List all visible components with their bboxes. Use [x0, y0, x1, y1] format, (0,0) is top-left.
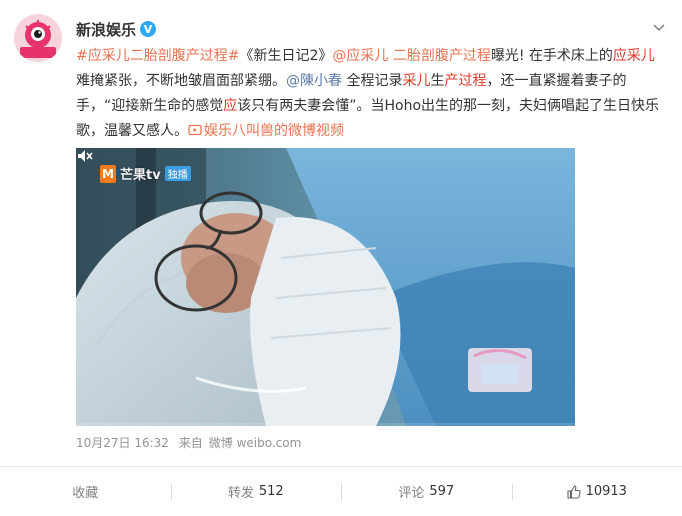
mention-continuation[interactable]: 二胎剖腹产过程	[388, 48, 491, 64]
post-text-segment: 该只有两夫妻会懂”。当Hoho出生的那一刻，夫妇俩唱起了生日快乐	[237, 98, 660, 114]
like-count: 10913	[585, 484, 627, 499]
repost-button[interactable]: 转发 512	[170, 467, 342, 516]
video-link-icon	[188, 124, 202, 136]
post-text-segment: 手，“迎接新生命的感觉	[76, 98, 224, 114]
post-text-segment: 《新生日记2》	[239, 48, 333, 64]
video-frame	[76, 148, 575, 426]
post-source[interactable]: 微博 weibo.com	[209, 436, 302, 450]
highlight-text: 采儿	[402, 73, 431, 89]
post-meta: 10月27日 16:32 来自 微博 weibo.com	[76, 434, 307, 451]
video-player[interactable]: M 芒果tv 独播	[76, 148, 575, 426]
video-link[interactable]: 娱乐八叫兽的微博视频	[188, 123, 344, 139]
chevron-down-icon[interactable]	[650, 18, 668, 36]
post-text-segment: ，还一直紧握着妻子的	[486, 73, 627, 89]
comment-count: 597	[429, 484, 455, 499]
post-date[interactable]: 10月27日 16:32	[76, 436, 169, 450]
watermark-brand: 芒果tv	[120, 168, 161, 183]
repost-count: 512	[258, 484, 284, 499]
post-text-segment: 曝光! 在手术床上的	[490, 48, 613, 64]
highlight-text: 产过程	[444, 73, 487, 89]
post-text: #应采儿二胎剖腹产过程#《新生日记2》@应采儿 二胎剖腹产过程曝光! 在手术床上…	[76, 44, 668, 144]
post-line-1: #应采儿二胎剖腹产过程#《新生日记2》@应采儿 二胎剖腹产过程曝光! 在手术床上…	[76, 44, 668, 69]
mute-icon[interactable]	[76, 148, 94, 164]
author-header: 新浪娱乐 V	[76, 18, 157, 40]
post-text-segment: 歌，温馨又感人。	[76, 123, 188, 139]
post-text-segment: 难掩紧张，不断地皱眉面部紧绷。	[76, 73, 286, 89]
watermark-tag: 独播	[164, 166, 191, 181]
post-line-4: 歌，温馨又感人。 娱乐八叫兽的微博视频	[76, 119, 668, 144]
comment-label: 评论	[398, 486, 425, 501]
video-watermark: M 芒果tv 独播	[100, 164, 191, 183]
highlight-text: 应	[223, 98, 238, 114]
collect-button[interactable]: 收藏	[0, 467, 171, 516]
post-text-segment: 全程记录	[342, 73, 403, 89]
action-bar: 收藏 转发 512 评论 597 10913	[0, 467, 682, 516]
post-line-2: 难掩紧张，不断地皱眉面部紧绷。@陳小春 全程记录采儿生产过程，还一直紧握着妻子的	[76, 69, 668, 94]
repost-label: 转发	[227, 486, 254, 501]
highlight-text: 应采儿	[612, 48, 655, 64]
weibo-card: 新浪娱乐 V #应采儿二胎剖腹产过程#《新生日记2》@应采儿 二胎剖腹产过程曝光…	[0, 0, 682, 516]
video-progress-bar[interactable]	[76, 423, 575, 426]
verified-badge-icon: V	[140, 21, 157, 37]
mention-link[interactable]: @应采儿	[332, 48, 388, 64]
author-name[interactable]: 新浪娱乐	[76, 19, 136, 40]
post-text-segment: 生	[430, 73, 445, 89]
mango-tv-logo-icon: M	[100, 164, 116, 183]
hashtag-link[interactable]: #应采儿二胎剖腹产过程#	[76, 48, 239, 64]
comment-button[interactable]: 评论 597	[341, 467, 512, 516]
avatar[interactable]	[14, 14, 62, 62]
mention-link[interactable]: @陳小春	[286, 73, 342, 89]
thumbs-up-icon	[567, 484, 581, 499]
from-label: 来自	[178, 436, 203, 450]
post-line-3: 手，“迎接新生命的感觉应该只有两夫妻会懂”。当Hoho出生的那一刻，夫妇俩唱起了…	[76, 94, 668, 119]
collect-label: 收藏	[72, 486, 99, 501]
like-button[interactable]: 10913	[511, 467, 682, 516]
video-link-label: 娱乐八叫兽的微博视频	[204, 123, 344, 139]
avatar-logo	[14, 14, 62, 62]
